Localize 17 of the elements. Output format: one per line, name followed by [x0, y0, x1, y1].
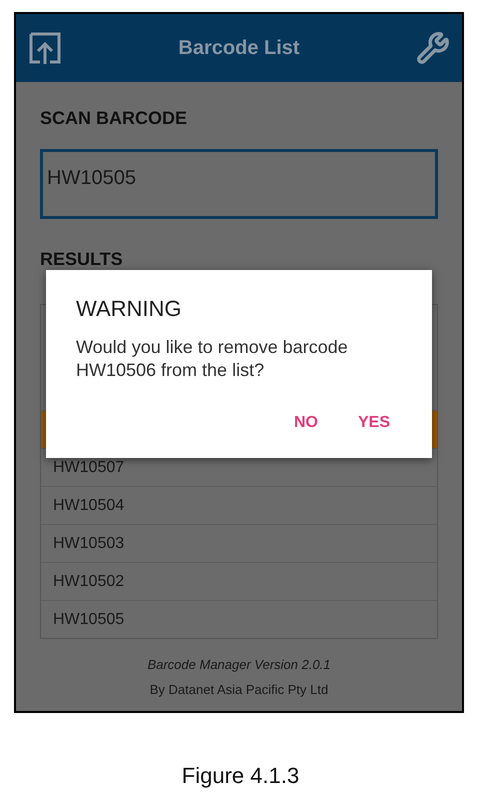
dialog-button[interactable]: NO: [290, 410, 322, 436]
screen-title: Barcode List: [178, 36, 300, 60]
section-heading: RESULTS: [40, 249, 124, 270]
barcode-input-field[interactable]: HW10505: [40, 149, 438, 219]
upload-icon[interactable]: [28, 31, 62, 65]
section-heading: SCAN BARCODE: [40, 108, 188, 129]
dialog-message: Would you like to remove barcode HW10506 from the list?: [76, 336, 349, 382]
version-text: Barcode Manager Version 2.0.1: [147, 657, 331, 672]
list-item[interactable]: HW10504: [41, 486, 437, 524]
list-item[interactable]: HW10505: [41, 600, 437, 638]
list-item[interactable]: HW10503: [41, 524, 437, 562]
settings-icon[interactable]: [416, 31, 450, 65]
list-item[interactable]: HW10502: [41, 562, 437, 600]
dialog-button[interactable]: YES: [354, 410, 394, 436]
company-text: By Datanet Asia Pacific Pty Ltd: [150, 682, 328, 697]
dialog-title: WARNING: [76, 296, 183, 322]
figure-caption: Figure 4.1.3: [180, 763, 300, 789]
